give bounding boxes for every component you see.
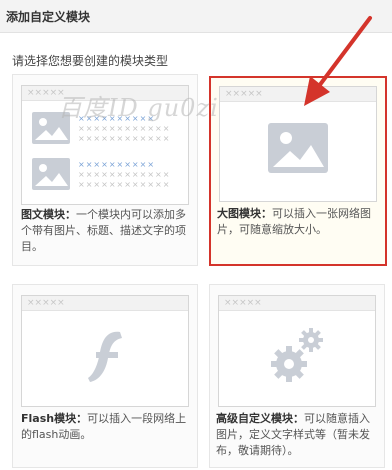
- module-card-image-text[interactable]: ××××× ×××××××××× ×××××××××××× ××××××××××…: [12, 74, 198, 266]
- module-description: 图文模块：一个模块内可以添加多个带有图片、标题、描述文字的项目。: [21, 208, 186, 253]
- module-card-flash[interactable]: ××××× Flash模块：可以插入一段网络上的flash动画。: [12, 284, 198, 468]
- thumb-titlebar: ×××××: [219, 296, 375, 311]
- mini-text-line: ××××××××××××: [78, 134, 171, 143]
- thumb-preview: ××××× ×××××××××× ×××××××××××× ××××××××××…: [21, 85, 189, 205]
- flash-icon: [84, 326, 128, 386]
- module-title: 高级自定义模块：: [216, 412, 304, 425]
- module-card-advanced-custom[interactable]: ××××× 高级自定义模块：可以随意插入图片，定义文字样式等（暂未发布，敬请期待…: [209, 284, 385, 468]
- prompt-text: 请选择您想要创建的模块类型: [12, 54, 169, 68]
- image-text-icon: [32, 112, 70, 144]
- module-title: 图文模块：: [21, 208, 76, 221]
- module-description: Flash模块：可以插入一段网络上的flash动画。: [21, 412, 187, 441]
- thumb-preview: ×××××: [218, 295, 376, 407]
- module-title: Flash模块：: [21, 412, 88, 425]
- gear-icon: [269, 322, 329, 386]
- image-icon: [268, 123, 328, 173]
- mini-title-line: ××××××××××: [78, 160, 156, 169]
- thumb-titlebar: ×××××: [22, 86, 188, 101]
- thumb-preview: ×××××: [21, 295, 189, 407]
- module-title: 大图模块：: [217, 207, 272, 220]
- mini-title-line: ××××××××××: [78, 114, 156, 123]
- thumb-titlebar: ×××××: [22, 296, 188, 311]
- mini-text-line: ××××××××××××: [78, 170, 171, 179]
- module-description: 高级自定义模块：可以随意插入图片，定义文字样式等（暂未发布，敬请期待）。: [216, 412, 370, 457]
- mini-text-line: ××××××××××××: [78, 180, 171, 189]
- image-text-icon: [32, 158, 70, 190]
- mini-text-line: ××××××××××××: [78, 124, 171, 133]
- module-description: 大图模块：可以插入一张网络图片，可随意缩放大小。: [217, 207, 371, 236]
- annotation-arrow-icon: [304, 16, 372, 106]
- dialog-title: 添加自定义模块: [6, 10, 91, 24]
